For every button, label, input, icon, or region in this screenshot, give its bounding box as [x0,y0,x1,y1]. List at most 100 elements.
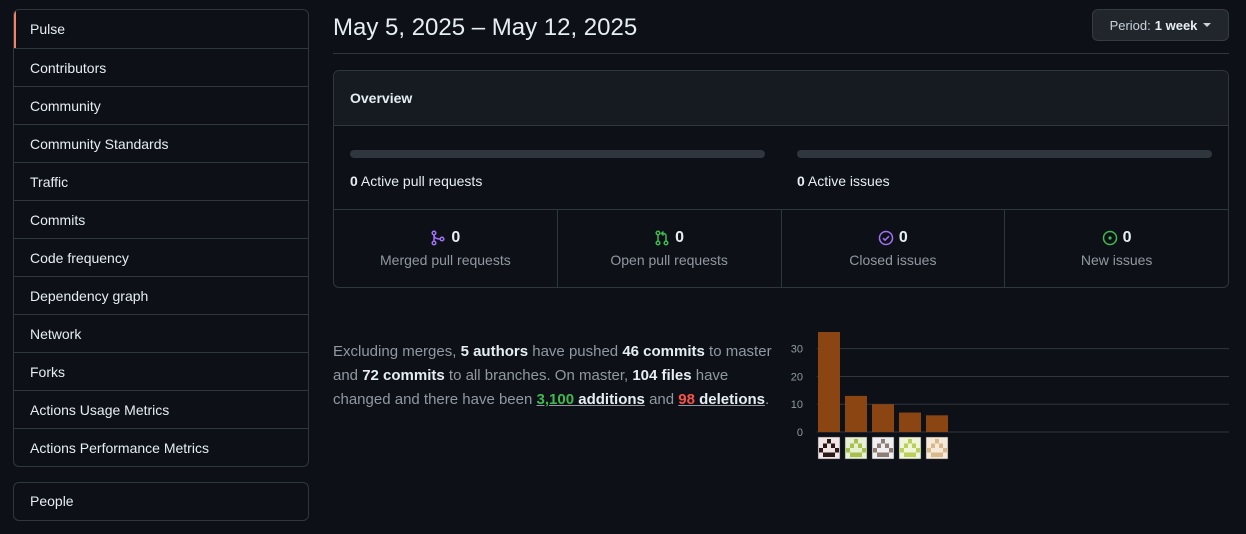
commits-count: 46 commits [622,343,705,360]
deletions-label: deletions [694,391,765,408]
avatar-pixel [885,443,889,448]
sidebar-item-commits[interactable]: Commits [14,200,308,238]
open-prs-count: 0 [675,229,685,246]
sidebar-item-contributors[interactable]: Contributors [14,48,308,86]
issue-opened-icon [1102,230,1117,246]
bar[interactable] [926,415,948,432]
avatar-pixel [846,448,850,453]
active-issues-progress [797,150,1212,158]
active-prs-count: 0 [350,173,358,189]
avatar-pixel [831,452,835,457]
y-tick-label: 10 [791,399,803,411]
deletions-link[interactable]: 98 deletions [678,391,765,408]
avatar-pixel [931,443,935,448]
bar[interactable] [845,395,867,432]
additions-label: additions [574,391,645,408]
avatar-pixel [908,439,912,444]
active-issues-link[interactable]: 0 Active issues [797,173,1212,189]
avatar-pixel [927,448,931,453]
authors-count: 5 authors [460,343,529,360]
y-tick-label: 30 [791,344,803,356]
deletions-count: 98 [678,391,695,408]
active-prs-block: 0 Active pull requests [350,150,765,189]
y-tick-label: 20 [791,371,803,383]
active-prs-link[interactable]: 0 Active pull requests [350,173,765,189]
avatar-pixel [858,452,862,457]
sidebar-item-code-frequency[interactable]: Code frequency [14,238,308,276]
sidebar-item-community-standards[interactable]: Community Standards [14,124,308,162]
sidebar-item-network[interactable]: Network [14,314,308,352]
merged-prs-count: 0 [451,229,461,246]
active-issues-label: Active issues [807,173,890,189]
summary-text-7: . [764,391,770,408]
avatar-pixel [819,448,823,453]
summary-text-6: and [644,391,679,408]
files-count: 104 files [632,367,692,384]
git-pull-request-icon [655,230,669,246]
avatar-pixel [827,452,831,457]
sidebar-item-actions-usage-metrics[interactable]: Actions Usage Metrics [14,390,308,428]
bar[interactable] [899,412,921,432]
closed-issues-count: 0 [898,229,908,246]
avatar-pixel [850,443,854,448]
overview-panel: Overview 0 Active pull requests 0 Active… [333,70,1229,288]
active-issues-block: 0 Active issues [797,150,1212,189]
avatar-pixel [873,448,877,453]
avatar-pixel [931,452,935,457]
overview-stats: 0 Merged pull requests 0 Open pull reque… [334,210,1228,287]
avatar-pixel [858,443,862,448]
period-prefix: Period: [1109,17,1151,33]
active-prs-label: Active pull requests [360,173,483,189]
header-divider [333,53,1229,54]
avatar-pixel [885,452,889,457]
avatar-pixel [939,443,943,448]
git-merge-icon [431,230,445,246]
stat-new-issues[interactable]: 0 New issues [1004,210,1228,287]
avatar-pixel [935,439,939,444]
caret-down-icon [1203,23,1212,27]
y-tick-label: 0 [797,427,803,439]
summary-text-1: Excluding merges, [333,343,461,360]
stat-merged-prs[interactable]: 0 Merged pull requests [334,210,557,287]
people-menu: People [13,482,309,521]
new-issues-count: 0 [1122,229,1132,246]
avatar-pixel [912,452,916,457]
commit-summary: Excluding merges, 5 authors have pushed … [333,340,773,412]
sidebar-item-people[interactable]: People [14,483,308,520]
avatar-pixel [877,443,881,448]
avatar-pixel [889,448,893,453]
avatar-pixel [900,448,904,453]
sidebar-item-traffic[interactable]: Traffic [14,162,308,200]
issue-closed-icon [878,230,894,246]
sidebar-item-community[interactable]: Community [14,86,308,124]
merged-prs-label: Merged pull requests [380,252,511,268]
avatar-pixel [881,452,885,457]
summary-text-2: have pushed [528,343,623,360]
period-dropdown-button[interactable]: Period: 1 week [1092,9,1229,41]
avatar-pixel [835,448,839,453]
avatar-pixel [862,448,866,453]
avatar-pixel [823,452,827,457]
avatar-pixel [939,452,943,457]
avatar-pixel [827,439,831,444]
avatar-pixel [823,443,827,448]
new-issues-label: New issues [1080,252,1153,268]
stat-closed-issues[interactable]: 0 Closed issues [780,210,1005,287]
avatar-pixel [912,443,916,448]
bar[interactable] [818,332,840,432]
additions-link[interactable]: 3,100 additions [537,391,645,408]
additions-count: 3,100 [536,391,575,408]
open-prs-label: Open pull requests [610,252,728,268]
all-commits-count: 72 commits [362,367,445,384]
contributors-bar-chart: 0 10 20 30 [791,332,1229,460]
sidebar-item-pulse[interactable]: Pulse [14,10,308,48]
avatar-pixel [904,452,908,457]
closed-issues-label: Closed issues [849,252,937,268]
summary-text-4: to all branches. On master, [444,367,633,384]
stat-open-prs[interactable]: 0 Open pull requests [556,210,781,287]
sidebar-item-dependency-graph[interactable]: Dependency graph [14,276,308,314]
bar[interactable] [872,404,894,432]
sidebar-item-forks[interactable]: Forks [14,352,308,390]
active-prs-progress [350,150,765,158]
sidebar-item-actions-performance-metrics[interactable]: Actions Performance Metrics [14,428,308,466]
